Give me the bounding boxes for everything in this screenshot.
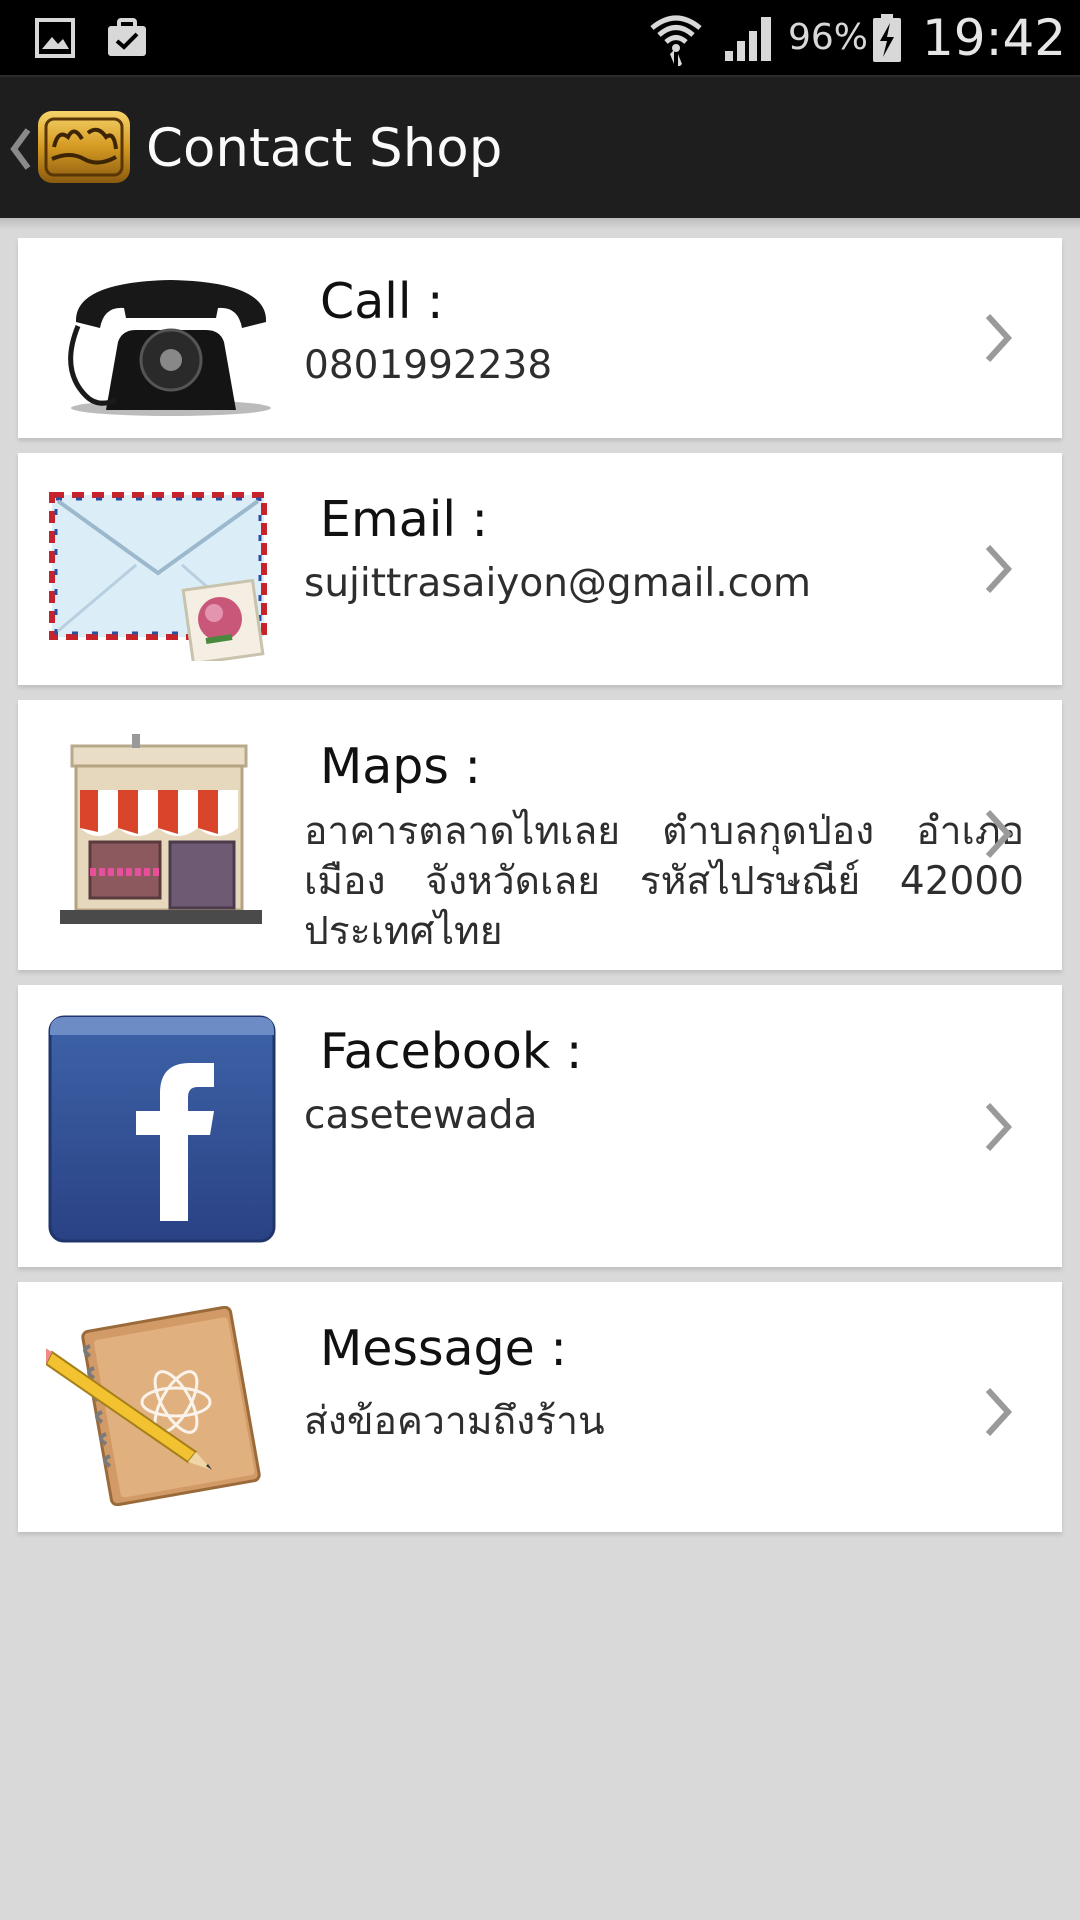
page-title: Contact Shop bbox=[146, 118, 503, 179]
chevron-right-icon bbox=[985, 1387, 1013, 1437]
message-label: Message : bbox=[320, 1320, 567, 1377]
app-bar-shadow bbox=[0, 218, 1080, 230]
telephone-icon bbox=[46, 260, 276, 424]
email-value: sujittrasaiyon@gmail.com bbox=[304, 561, 811, 606]
facebook-label: Facebook : bbox=[320, 1023, 583, 1080]
facebook-value: casetewada bbox=[304, 1093, 538, 1138]
battery-percent: 96% bbox=[788, 17, 869, 58]
email-label: Email : bbox=[320, 491, 489, 548]
maps-label: Maps : bbox=[320, 738, 482, 795]
call-value: 0801992238 bbox=[304, 343, 553, 388]
facebook-icon bbox=[48, 1015, 276, 1247]
chevron-left-icon bbox=[10, 127, 31, 170]
back-button[interactable] bbox=[6, 77, 36, 220]
signal-icon bbox=[720, 0, 780, 75]
chevron-right-icon bbox=[985, 313, 1013, 363]
message-value: ส่งข้อความถึงร้าน bbox=[304, 1399, 605, 1444]
envelope-icon bbox=[46, 481, 276, 666]
clock: 19:42 bbox=[922, 8, 1067, 67]
maps-card[interactable]: Maps : อาคารตลาดไทเลย ตำบลกุดป่อง อำเภอเ… bbox=[18, 700, 1062, 970]
battery-charging-icon bbox=[870, 0, 904, 75]
message-card[interactable]: Message : ส่งข้อความถึงร้าน bbox=[18, 1282, 1062, 1532]
shop-logo[interactable] bbox=[36, 107, 132, 187]
maps-value: อาคารตลาดไทเลย ตำบลกุดป่อง อำเภอเมือง จั… bbox=[304, 809, 1024, 954]
call-card[interactable]: Call : 0801992238 bbox=[18, 238, 1062, 438]
email-card[interactable]: Email : sujittrasaiyon@gmail.com bbox=[18, 453, 1062, 685]
chevron-right-icon bbox=[985, 809, 1013, 859]
chevron-right-icon bbox=[985, 1102, 1013, 1152]
notepad-icon bbox=[42, 1305, 276, 1510]
call-label: Call : bbox=[320, 273, 444, 330]
app-bar: Contact Shop bbox=[0, 75, 1080, 218]
status-bar: 96% 19:42 bbox=[0, 0, 1080, 75]
storefront-icon bbox=[46, 732, 276, 936]
facebook-card[interactable]: Facebook : casetewada bbox=[18, 985, 1062, 1267]
clipboard-check-icon bbox=[102, 0, 152, 75]
wifi-icon bbox=[646, 0, 706, 75]
gallery-icon bbox=[30, 0, 80, 75]
chevron-right-icon bbox=[985, 544, 1013, 594]
